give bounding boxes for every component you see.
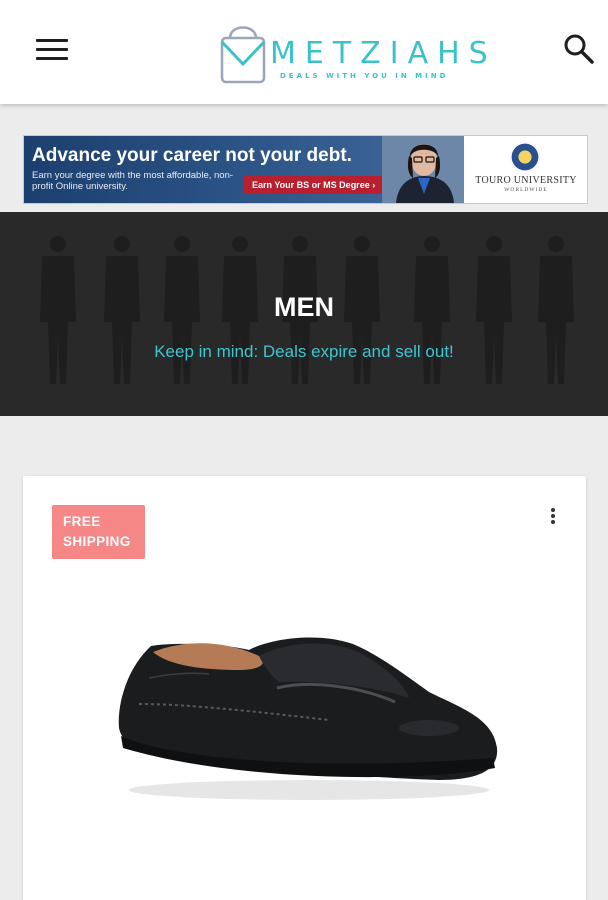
free-shipping-badge: FREE SHIPPING [52,505,145,559]
ad-cta-button[interactable]: Earn Your BS or MS Degree › [244,176,384,194]
site-logo[interactable]: METZIAHS DEALS WITH YOU IN MIND [216,20,488,86]
product-image-loafer [118,637,498,800]
category-tagline: Keep in mind: Deals expire and sell out! [154,342,454,361]
logo-tagline: DEALS WITH YOU IN MIND [280,72,449,80]
university-name: TOURO UNIVERSITY [475,175,577,186]
badge-line-1: FREE [63,514,101,529]
category-hero: MEN Keep in mind: Deals expire and sell … [0,212,608,416]
product-card[interactable]: FREE SHIPPING [23,476,586,900]
university-seal-icon [510,142,540,172]
badge-line-2: SHIPPING [63,534,131,549]
shopping-bag-icon [220,26,266,84]
ad-banner[interactable]: Advance your career not your debt. Earn … [23,135,588,204]
university-subtitle: WORLDWIDE [504,187,548,193]
ad-person-image [382,136,464,203]
app-header: METZIAHS DEALS WITH YOU IN MIND [0,0,608,104]
ad-promo-panel: Advance your career not your debt. Earn … [24,136,464,203]
hamburger-menu-icon[interactable] [34,36,72,64]
search-icon[interactable] [562,32,596,66]
more-vertical-icon[interactable] [543,504,563,528]
logo-wordmark: METZIAHS [270,36,497,71]
category-title: MEN [274,292,334,322]
ad-headline: Advance your career not your debt. [32,145,352,166]
ad-subtext: Earn your degree with the most affordabl… [32,170,234,192]
ad-university-panel: TOURO UNIVERSITY WORLDWIDE [464,136,587,203]
